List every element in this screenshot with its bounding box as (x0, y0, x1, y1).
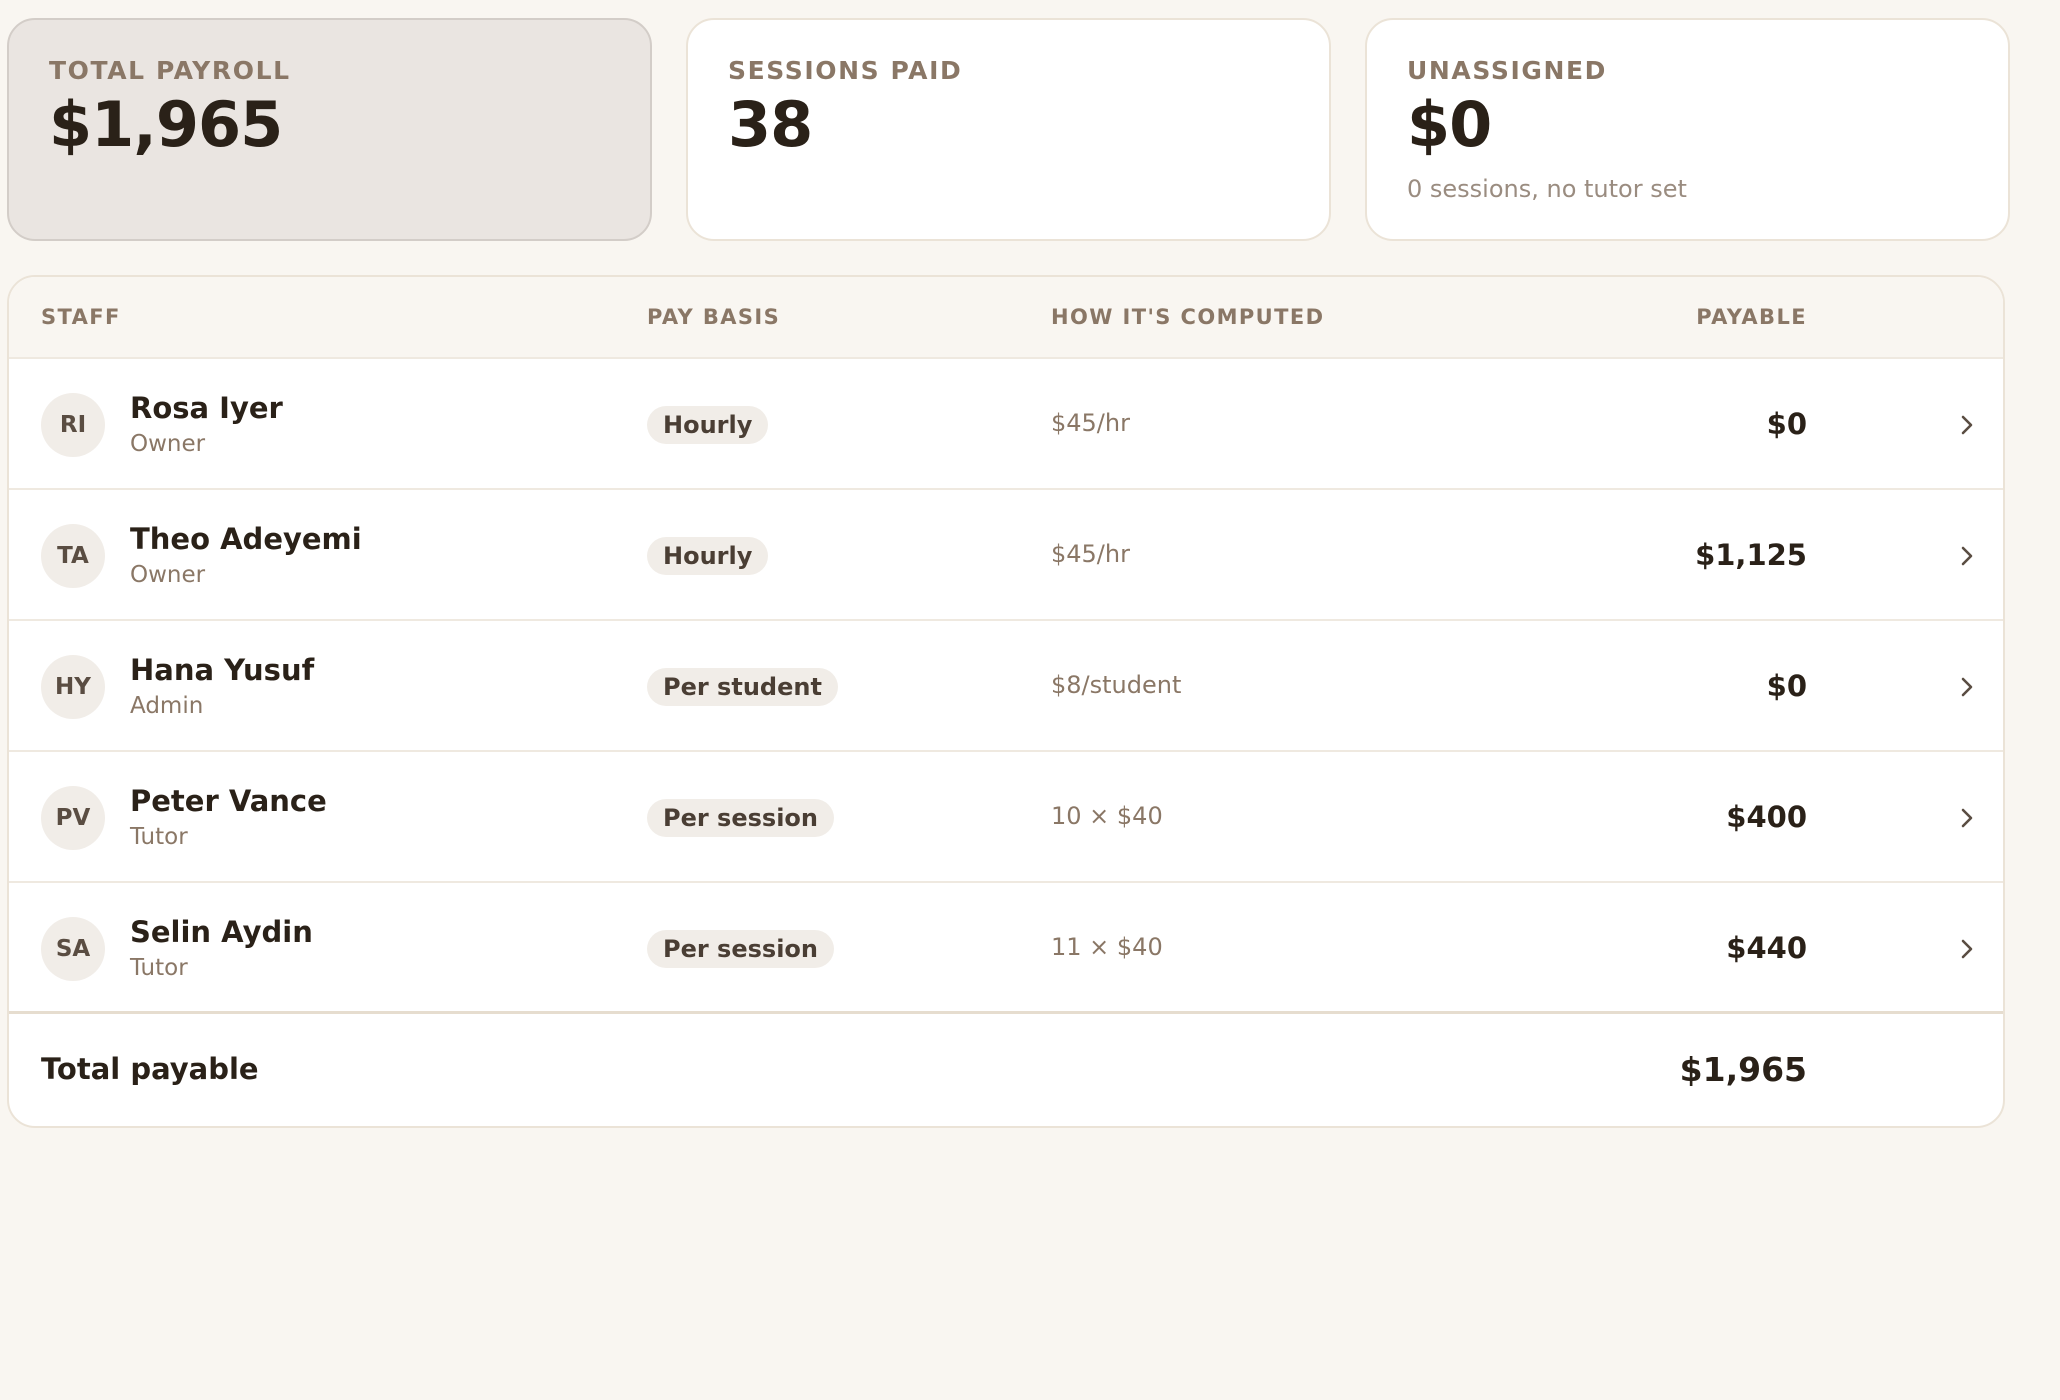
total-payable-value: $1,965 (1679, 1050, 1807, 1089)
staff-role: Tutor (130, 824, 188, 850)
column-header-computed: HOW IT'S COMPUTED (1051, 305, 1325, 329)
avatar: HY (41, 655, 105, 719)
table-footer: Total payable $1,965 (9, 1014, 2003, 1126)
total-payroll-card[interactable]: TOTAL PAYROLL $1,965 (7, 18, 652, 241)
chevron-right-icon[interactable] (1953, 935, 1981, 963)
pay-basis-badge: Per student (647, 668, 838, 706)
stat-subtext: 0 sessions, no tutor set (1407, 175, 1687, 204)
computation-text: $8/student (1051, 671, 1182, 699)
computation-text: 11 × $40 (1051, 933, 1163, 961)
stat-value: $0 (1407, 88, 1492, 161)
computation-text: 10 × $40 (1051, 802, 1163, 830)
unassigned-card[interactable]: UNASSIGNED $0 0 sessions, no tutor set (1365, 18, 2010, 241)
stat-label: TOTAL PAYROLL (49, 56, 291, 85)
avatar: TA (41, 524, 105, 588)
chevron-right-icon[interactable] (1953, 804, 1981, 832)
pay-basis-badge: Per session (647, 799, 834, 837)
table-row[interactable]: TA Theo Adeyemi Owner Hourly $45/hr $1,1… (9, 490, 2003, 621)
computation-text: $45/hr (1051, 540, 1130, 568)
avatar: SA (41, 917, 105, 981)
payable-amount: $0 (1766, 669, 1807, 703)
chevron-right-icon[interactable] (1953, 673, 1981, 701)
staff-name: Hana Yusuf (130, 653, 315, 687)
stat-value: $1,965 (49, 88, 283, 161)
table-row[interactable]: SA Selin Aydin Tutor Per session 11 × $4… (9, 883, 2003, 1014)
pay-basis-badge: Hourly (647, 537, 769, 575)
sessions-paid-card[interactable]: SESSIONS PAID 38 (686, 18, 1331, 241)
avatar: RI (41, 393, 105, 457)
column-header-payable: PAYABLE (1696, 305, 1807, 329)
column-header-pay-basis: PAY BASIS (647, 305, 781, 329)
table-row[interactable]: HY Hana Yusuf Admin Per student $8/stude… (9, 621, 2003, 752)
payable-amount: $0 (1766, 407, 1807, 441)
total-payable-label: Total payable (41, 1052, 259, 1086)
staff-name: Selin Aydin (130, 915, 313, 949)
avatar: PV (41, 786, 105, 850)
staff-role: Owner (130, 431, 206, 457)
staff-role: Admin (130, 693, 204, 719)
chevron-right-icon[interactable] (1953, 411, 1981, 439)
staff-role: Owner (130, 562, 206, 588)
staff-name: Rosa Iyer (130, 391, 283, 425)
table-header: STAFF PAY BASIS HOW IT'S COMPUTED PAYABL… (9, 277, 2003, 359)
computation-text: $45/hr (1051, 409, 1130, 437)
chevron-right-icon[interactable] (1953, 542, 1981, 570)
staff-role: Tutor (130, 955, 188, 981)
summary-cards: TOTAL PAYROLL $1,965 SESSIONS PAID 38 UN… (7, 18, 2010, 241)
payable-amount: $400 (1726, 800, 1807, 834)
payroll-table: STAFF PAY BASIS HOW IT'S COMPUTED PAYABL… (7, 275, 2005, 1128)
column-header-staff: STAFF (41, 305, 121, 329)
table-row[interactable]: PV Peter Vance Tutor Per session 10 × $4… (9, 752, 2003, 883)
staff-name: Theo Adeyemi (130, 522, 362, 556)
stat-label: UNASSIGNED (1407, 56, 1608, 85)
pay-basis-badge: Per session (647, 930, 834, 968)
payable-amount: $1,125 (1695, 538, 1807, 572)
stat-label: SESSIONS PAID (728, 56, 963, 85)
payable-amount: $440 (1726, 931, 1807, 965)
stat-value: 38 (728, 88, 813, 161)
pay-basis-badge: Hourly (647, 406, 769, 444)
staff-name: Peter Vance (130, 784, 327, 818)
table-row[interactable]: RI Rosa Iyer Owner Hourly $45/hr $0 (9, 359, 2003, 490)
